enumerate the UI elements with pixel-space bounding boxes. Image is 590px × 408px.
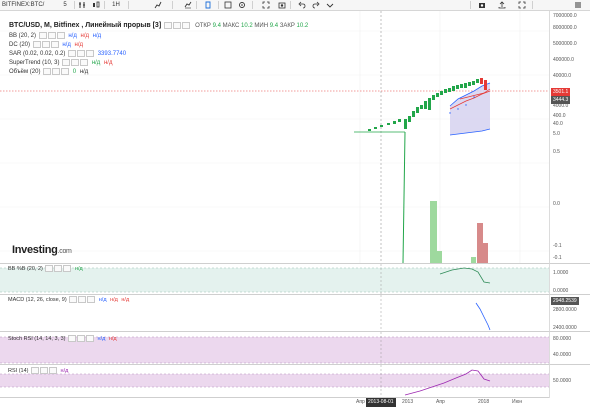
time-tick: Июн	[512, 399, 523, 405]
last-price-tag: 3501.1	[551, 88, 571, 96]
main-chart-pane[interactable]: BTC/USD, M, Bitfinex , Линейный прорыв […	[0, 11, 549, 263]
time-axis[interactable]: Апр 2013 Апр 2018 Июн 2013-08-01	[0, 397, 549, 408]
indicator-sar[interactable]: SAR (0.02, 0.02, 0.2) 3393.7740	[9, 50, 126, 59]
indicator-supertrend[interactable]: SuperTrend (10, 3) н/д н/д	[9, 59, 112, 68]
menu-icon[interactable]	[574, 1, 582, 9]
camera-icon[interactable]	[478, 1, 486, 9]
bars-style-icon[interactable]	[78, 1, 86, 9]
rsi-label[interactable]: RSI (14) н/д	[8, 367, 68, 375]
price-tick: 40.0	[553, 121, 563, 127]
legend-settings-icon[interactable]	[173, 21, 182, 29]
alert-icon[interactable]	[224, 1, 232, 9]
time-tick: Апр	[436, 399, 445, 405]
chart-type-label[interactable]: 1H	[110, 0, 122, 10]
indicator-volume[interactable]: Объём (20) 0 н/д	[9, 68, 88, 77]
price-tick: -0.1	[553, 255, 562, 261]
chart-title: BTC/USD, M, Bitfinex , Линейный прорыв […	[9, 22, 162, 29]
rsi-pane[interactable]: RSI (14) н/д	[0, 364, 549, 398]
templates-icon[interactable]	[204, 1, 212, 9]
legend-eye-icon[interactable]	[164, 21, 173, 29]
price-tick: 5.0	[553, 131, 560, 137]
investing-logo: Investing.com	[12, 244, 72, 256]
indicators-icon[interactable]	[154, 1, 162, 9]
stoch-rsi-pane[interactable]: Stoch RSI (14, 14, 3, 3) н/д н/д	[0, 331, 549, 365]
top-toolbar: BITFINEX:BTC/ 5 1H	[0, 0, 590, 11]
price-tick: 8000000.0	[553, 25, 577, 31]
rsi-axis[interactable]: 50.0000	[549, 364, 590, 398]
interval-selector[interactable]: 5	[60, 0, 70, 10]
time-tick: 2013	[402, 399, 414, 405]
bb-percent-axis[interactable]: 1.0000 0.0000	[549, 263, 590, 295]
more-options-icon[interactable]	[326, 1, 334, 9]
price-axis[interactable]: 7000000.0 8000000.0 5000000.0 400000.0 4…	[549, 11, 590, 263]
price-tick: 7000000.0	[553, 13, 577, 19]
indicator-dc[interactable]: DC (20) н/д н/д	[9, 41, 83, 50]
bb-percent-label[interactable]: BB %B (20, 2) н/д	[8, 265, 83, 273]
bb-percent-pane[interactable]: BB %B (20, 2) н/д	[0, 263, 549, 295]
stoch-rsi-axis[interactable]: 80.0000 40.0000	[549, 331, 590, 365]
macd-label[interactable]: MACD (12, 26, close, 9) н/д н/д н/д	[8, 296, 129, 304]
volume-bar	[483, 243, 488, 263]
legend-close-icon[interactable]	[182, 21, 191, 29]
indicator-bb[interactable]: BB (20, 2) н/д н/д н/д	[9, 32, 101, 41]
price-tick: 5000000.0	[553, 41, 577, 47]
stoch-rsi-label[interactable]: Stoch RSI (14, 14, 3, 3) н/д н/д	[8, 335, 117, 343]
settings-gear-icon[interactable]	[238, 1, 246, 9]
share-icon[interactable]	[498, 1, 506, 9]
price-tick: 400.0	[553, 113, 566, 119]
symbol-search[interactable]: BITFINEX:BTC/	[2, 0, 52, 10]
price-tick: 400000.0	[553, 57, 574, 63]
price-tick: 0.0	[553, 201, 560, 207]
price-tick: 0.5	[553, 149, 560, 155]
price-tick: -0.1	[553, 243, 562, 249]
time-cursor-label: 2013-08-01	[366, 398, 396, 407]
volume-bar	[430, 201, 437, 263]
volume-bar	[437, 251, 442, 263]
redo-icon[interactable]	[312, 1, 320, 9]
time-tick: 2018	[478, 399, 490, 405]
chart-title-row: BTC/USD, M, Bitfinex , Линейный прорыв […	[9, 21, 309, 29]
compare-icon[interactable]	[184, 1, 192, 9]
macd-pane[interactable]: MACD (12, 26, close, 9) н/д н/д н/д	[0, 294, 549, 332]
candles-style-icon[interactable]	[92, 1, 100, 9]
price-tick: 40000.0	[553, 73, 572, 79]
volume-bar	[477, 223, 483, 263]
expand-icon[interactable]	[518, 1, 526, 9]
price-jump-line	[402, 131, 406, 263]
crosshair-price-tag: 3444.3	[551, 96, 571, 104]
fullscreen-icon[interactable]	[262, 1, 270, 9]
snapshot-icon[interactable]	[278, 1, 286, 9]
undo-icon[interactable]	[298, 1, 306, 9]
macd-value-tag: 2948.2539	[551, 297, 579, 305]
time-tick: Апр	[356, 399, 365, 405]
